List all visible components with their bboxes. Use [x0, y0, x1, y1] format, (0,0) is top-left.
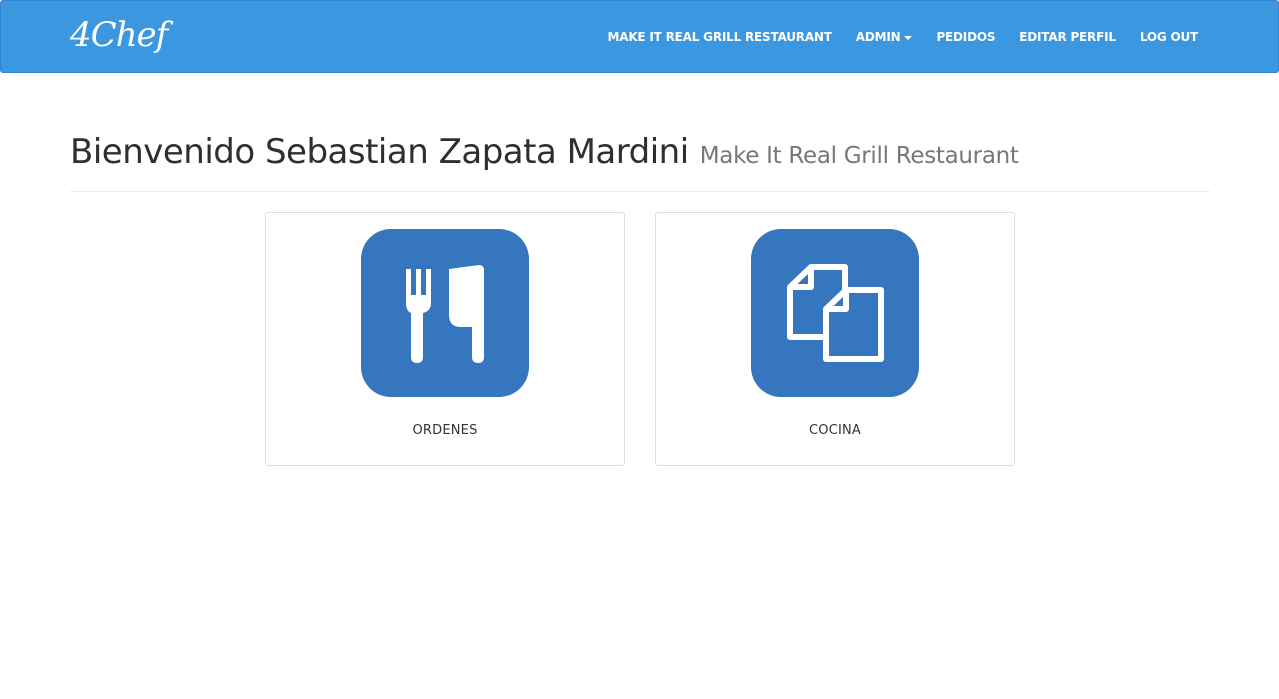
- nav-link-restaurant[interactable]: MAKE IT REAL GRILL RESTAURANT: [607, 1, 831, 74]
- brand-logo[interactable]: 4Chef: [70, 13, 168, 57]
- fork-knife-icon[interactable]: [361, 229, 529, 397]
- caret-down-icon: [904, 35, 913, 40]
- nav-link-admin-label: ADMIN: [855, 30, 901, 44]
- documents-icon[interactable]: [751, 229, 919, 397]
- ordenes-card[interactable]: ORDENES: [265, 212, 625, 466]
- page-header: Bienvenido Sebastian Zapata Mardini Make…: [70, 128, 1210, 192]
- nav-link-log-out[interactable]: LOG OUT: [1140, 1, 1198, 74]
- nav-link-editar-perfil[interactable]: EDITAR PERFIL: [1019, 1, 1116, 74]
- nav-link-admin[interactable]: ADMIN: [856, 1, 913, 74]
- page-subtitle: Make It Real Grill Restaurant: [699, 143, 1019, 169]
- nav-link-pedidos[interactable]: PEDIDOS: [936, 1, 995, 74]
- navbar: 4Chef MAKE IT REAL GRILL RESTAURANT ADMI…: [0, 0, 1279, 73]
- cocina-label: COCINA: [808, 423, 862, 438]
- ordenes-label: ORDENES: [412, 423, 478, 438]
- page-title: Bienvenido Sebastian Zapata Mardini: [70, 132, 689, 172]
- cocina-card[interactable]: COCINA: [655, 212, 1015, 466]
- nav-links: MAKE IT REAL GRILL RESTAURANT ADMIN PEDI…: [583, 1, 1198, 74]
